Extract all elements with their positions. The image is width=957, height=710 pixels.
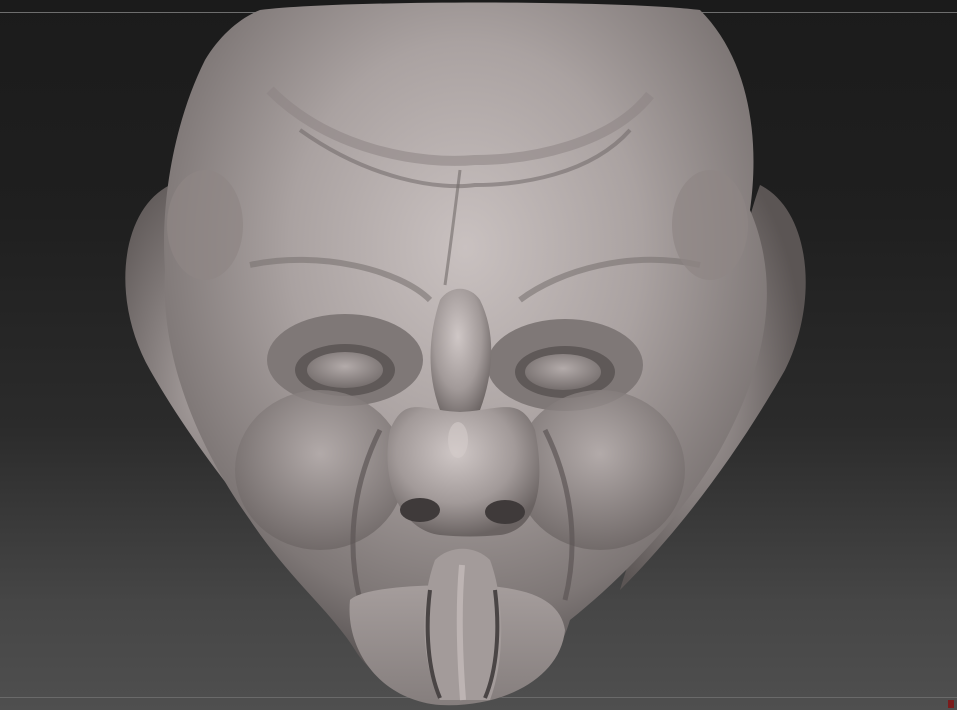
left-eye xyxy=(307,352,383,388)
left-nostril xyxy=(400,498,440,522)
right-eye xyxy=(525,354,601,390)
left-cheek xyxy=(235,390,405,550)
left-temple-pores xyxy=(167,170,243,280)
sculpt-viewport[interactable] xyxy=(0,0,957,710)
sculpted-head-model[interactable] xyxy=(0,0,957,710)
right-nostril xyxy=(485,500,525,524)
right-temple-pores xyxy=(672,170,748,280)
appendage-center-ridge xyxy=(456,564,466,701)
right-cheek xyxy=(515,390,685,550)
nose-tip-highlight xyxy=(448,422,468,458)
